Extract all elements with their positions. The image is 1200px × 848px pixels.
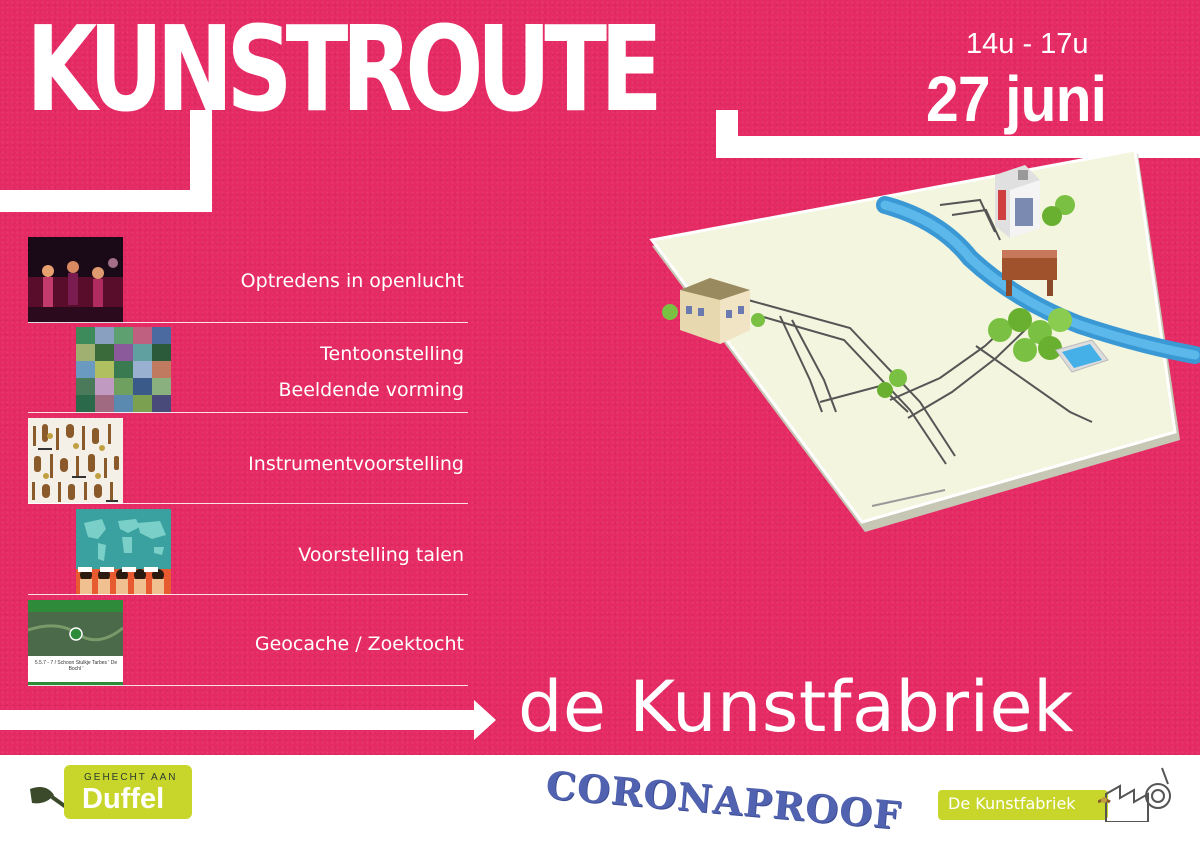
duffel-logo-tagline: GEHECHT AAN [84,772,178,783]
brand-name: de Kunstfabriek [518,666,1075,748]
concert-photo-icon [28,237,123,323]
divider [28,322,468,323]
event-date: 27 juni [926,63,1107,135]
artwork-collage-icon [76,327,171,413]
trowel-icon [28,783,68,815]
activity-label: Instrumentvoorstelling [248,453,464,475]
activity-item: 5.5.7 - 7 / Schoon Stulkje Tarbes ' De B… [28,600,468,686]
activity-item: Instrumentvoorstelling [28,418,468,504]
arrow-head-icon [474,700,496,740]
activity-label: Optredens in openlucht [240,270,464,292]
route-map-illustration [640,148,1200,540]
factory-building-icon [995,165,1040,238]
activity-item: Optredens in openlucht [28,237,468,323]
activity-label: Tentoonstelling [320,343,464,365]
route-line-left-horizontal [0,190,212,212]
activity-label-secondary: Beeldende vorming [278,379,464,401]
divider [28,412,468,413]
geocache-app-screenshot-icon: 5.5.7 - 7 / Schoon Stulkje Tarbes ' De B… [28,600,123,686]
divider [28,685,468,686]
kunstfabriek-logo: De Kunstfabriek [938,790,1108,820]
kunstfabriek-logo-text: De Kunstfabriek [948,794,1076,813]
page-title: KUNSTROUTE [26,0,663,138]
activity-label: Voorstelling talen [298,544,464,566]
divider [28,503,468,504]
geocache-caption: 5.5.7 - 7 / Schoon Stulkje Tarbes ' De B… [34,660,118,672]
divider [28,594,468,595]
world-map-languages-icon [76,509,171,595]
factory-logo-icon [1097,764,1174,826]
duffel-logo: GEHECHT AAN Duffel [64,765,192,819]
activity-item: Tentoonstelling Beeldende vorming [28,327,468,413]
event-time: 14u - 17u [966,28,1089,60]
route-line-bottom [0,710,480,730]
duffel-logo-name: Duffel [82,783,165,815]
activity-item: Voorstelling talen [28,509,468,595]
instruments-collage-icon [28,418,123,504]
activity-label: Geocache / Zoektocht [254,633,464,655]
poster-background: KUNSTROUTE 14u - 17u 27 juni Optredens i… [0,0,1200,755]
